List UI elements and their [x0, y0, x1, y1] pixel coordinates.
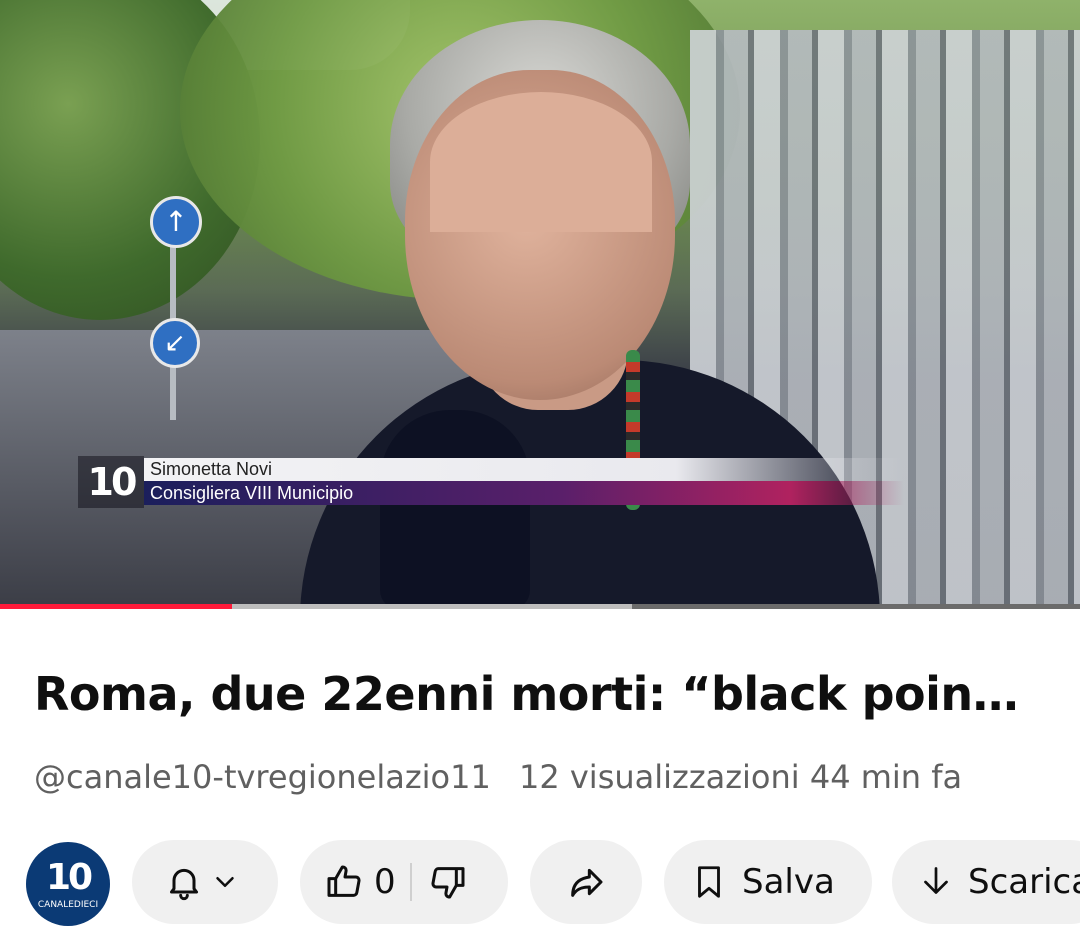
video-meta: @canale10-tvregionelazio11 12 visualizza… — [34, 754, 1074, 800]
channel-avatar[interactable]: 10 CANALEDIECI — [26, 842, 110, 926]
bell-icon — [164, 862, 204, 902]
channel-logo: 10 — [78, 456, 144, 508]
bookmark-icon — [690, 863, 728, 901]
channel-handle[interactable]: @canale10-tvregionelazio11 — [34, 758, 491, 796]
speaker-forehead — [430, 92, 652, 232]
like-count: 0 — [374, 862, 396, 902]
thumbs-up-icon[interactable] — [324, 862, 364, 902]
download-label: Scarica — [968, 862, 1080, 902]
view-count: 12 visualizzazioni — [518, 758, 800, 796]
video-title[interactable]: Roma, due 22enni morti: “black poin… — [34, 662, 1054, 726]
download-arrow-icon — [918, 864, 954, 900]
action-bar: 10 CANALEDIECI 0 Salva Scarica — [0, 838, 1080, 926]
like-divider — [409, 863, 412, 901]
road-sign-icon: ↑ — [150, 196, 202, 248]
speaker-name: Simonetta Novi — [144, 458, 904, 481]
speaker-role: Consigliera VIII Municipio — [144, 481, 904, 505]
thumbs-down-icon[interactable] — [428, 862, 468, 902]
publish-time: 44 min fa — [809, 758, 963, 796]
video-player[interactable]: ↑ ↙ 10 Simonetta Novi Consigliera VIII M… — [0, 0, 1080, 604]
video-progress-bar[interactable] — [0, 604, 1080, 609]
avatar-logo: 10 — [45, 857, 93, 898]
share-icon — [566, 862, 606, 902]
lower-third: 10 Simonetta Novi Consigliera VIII Munic… — [78, 456, 904, 508]
chevron-down-icon — [210, 867, 240, 897]
save-button[interactable]: Salva — [664, 840, 872, 924]
road-sign-icon: ↙ — [150, 318, 200, 368]
share-button[interactable] — [530, 840, 642, 924]
subscribe-notifications-button[interactable] — [132, 840, 278, 924]
save-label: Salva — [742, 862, 835, 902]
avatar-caption: CANALEDIECI — [37, 900, 99, 910]
download-button[interactable]: Scarica — [892, 840, 1080, 924]
like-dislike-group: 0 — [300, 840, 508, 924]
progress-played — [0, 604, 233, 609]
